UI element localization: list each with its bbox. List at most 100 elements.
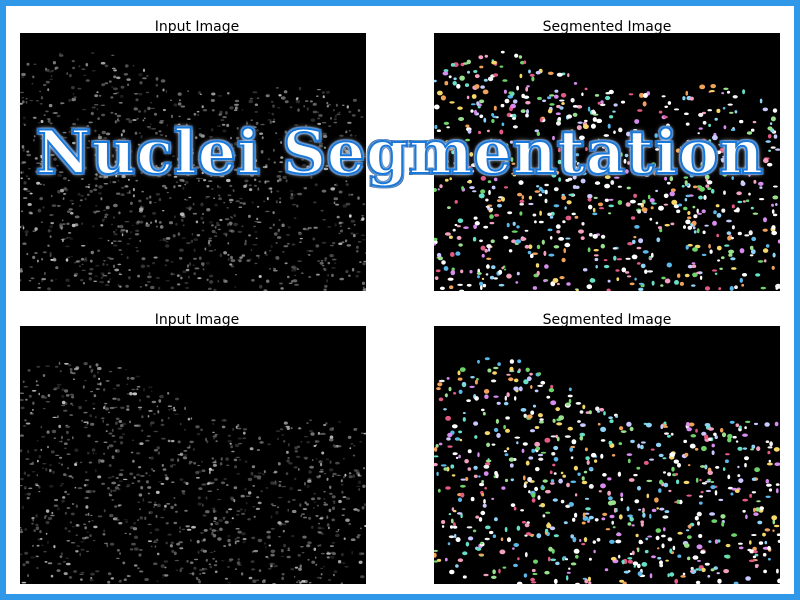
nucleus-mark xyxy=(25,422,31,425)
nucleus-mark xyxy=(155,164,158,168)
nucleus-mark xyxy=(41,278,46,281)
segmented-nucleus-mark xyxy=(524,244,530,249)
nucleus-mark xyxy=(216,488,219,491)
nucleus-mark xyxy=(49,122,53,125)
nucleus-mark xyxy=(93,374,96,378)
nucleus-mark xyxy=(104,82,109,85)
segmented-nucleus-mark xyxy=(604,183,611,189)
nucleus-mark xyxy=(120,229,126,231)
nucleus-mark xyxy=(118,473,124,476)
nucleus-mark xyxy=(327,261,331,265)
segmented-nucleus-mark xyxy=(536,270,540,276)
nucleus-mark xyxy=(223,232,228,236)
segmented-nucleus-mark xyxy=(503,424,506,430)
segmented-nucleus-mark xyxy=(613,130,616,134)
nucleus-mark xyxy=(211,152,215,156)
nucleus-mark xyxy=(78,204,82,207)
nucleus-mark xyxy=(188,205,192,209)
nucleus-mark xyxy=(238,442,243,445)
segmented-nucleus-mark xyxy=(584,497,590,500)
segmented-nucleus-mark xyxy=(504,395,507,401)
nucleus-mark xyxy=(236,540,240,543)
nucleus-mark xyxy=(336,474,341,476)
nucleus-mark xyxy=(359,440,362,443)
nucleus-mark xyxy=(298,231,302,233)
segmented-nucleus-mark xyxy=(702,230,706,235)
nucleus-mark xyxy=(32,401,35,405)
segmented-nucleus-mark xyxy=(438,397,444,402)
nucleus-mark xyxy=(113,203,118,208)
nucleus-mark xyxy=(265,210,270,213)
nucleus-mark xyxy=(40,544,44,547)
segmented-nucleus-mark xyxy=(662,515,669,519)
nucleus-mark xyxy=(158,481,162,483)
segmented-nucleus-mark xyxy=(677,531,683,535)
nucleus-mark xyxy=(275,200,278,204)
segmented-nucleus-mark xyxy=(708,123,711,127)
nucleus-mark xyxy=(115,417,120,420)
nucleus-mark xyxy=(179,478,184,481)
nucleus-mark xyxy=(139,220,144,224)
nucleus-mark xyxy=(106,263,109,266)
nucleus-mark xyxy=(194,558,199,561)
segmented-nucleus-mark xyxy=(457,497,463,502)
segmented-nucleus-mark xyxy=(626,506,630,512)
segmented-nucleus-mark xyxy=(587,518,591,522)
nucleus-mark xyxy=(78,405,82,410)
segmented-nucleus-mark xyxy=(595,265,598,269)
nucleus-mark xyxy=(177,164,181,166)
nucleus-mark xyxy=(42,206,45,209)
segmented-nucleus-mark xyxy=(692,205,696,209)
nucleus-mark xyxy=(31,471,36,473)
nucleus-mark xyxy=(264,546,267,549)
nucleus-mark xyxy=(172,155,175,157)
segmented-nucleus-mark xyxy=(627,514,633,518)
nucleus-mark xyxy=(43,551,47,553)
segmented-nucleus-mark xyxy=(565,402,570,407)
nucleus-mark xyxy=(29,192,33,195)
nucleus-mark xyxy=(352,98,357,102)
segmented-nucleus-mark xyxy=(607,500,614,506)
nucleus-mark xyxy=(224,141,228,145)
segmented-nucleus-mark xyxy=(480,160,483,166)
segmented-nucleus-mark xyxy=(657,556,662,560)
nucleus-mark xyxy=(238,458,242,461)
segmented-nucleus-mark xyxy=(566,282,571,286)
nucleus-mark xyxy=(227,534,231,538)
segmented-nucleus-mark xyxy=(675,148,681,153)
segmented-nucleus-mark xyxy=(613,165,620,169)
segmented-nucleus-mark xyxy=(560,93,567,98)
nucleus-mark xyxy=(361,217,365,221)
segmented-nucleus-mark xyxy=(588,581,592,584)
segmented-nucleus-mark xyxy=(647,194,651,200)
nucleus-mark xyxy=(22,100,25,104)
nucleus-mark xyxy=(210,224,214,227)
nucleus-mark xyxy=(250,119,253,121)
segmented-nucleus-mark xyxy=(527,250,532,255)
nucleus-mark xyxy=(157,410,160,414)
nucleus-mark xyxy=(136,250,139,253)
nucleus-mark xyxy=(201,105,204,109)
segmented-nucleus-mark xyxy=(599,103,606,107)
segmented-nucleus-mark xyxy=(457,283,463,286)
segmented-nucleus-mark xyxy=(684,452,689,457)
segmented-nucleus-mark xyxy=(747,150,752,155)
segmented-nucleus-mark xyxy=(450,464,455,469)
nucleus-mark xyxy=(260,490,263,493)
nucleus-mark xyxy=(89,189,93,193)
segmented-nucleus-mark xyxy=(676,499,680,504)
segmented-nucleus-mark xyxy=(464,459,469,464)
nucleus-mark xyxy=(240,508,243,511)
nucleus-mark xyxy=(205,261,210,265)
segmented-nucleus-mark xyxy=(536,533,542,539)
nucleus-mark xyxy=(124,532,127,535)
nucleus-mark xyxy=(61,219,64,222)
nucleus-mark xyxy=(39,183,42,186)
segmented-nucleus-mark xyxy=(585,147,588,152)
segmented-nucleus-mark xyxy=(434,79,437,83)
nucleus-mark xyxy=(299,241,302,243)
segmented-nucleus-mark xyxy=(604,198,609,202)
nucleus-mark xyxy=(351,267,355,272)
segmented-nucleus-mark xyxy=(640,521,644,527)
nucleus-mark xyxy=(191,572,195,576)
